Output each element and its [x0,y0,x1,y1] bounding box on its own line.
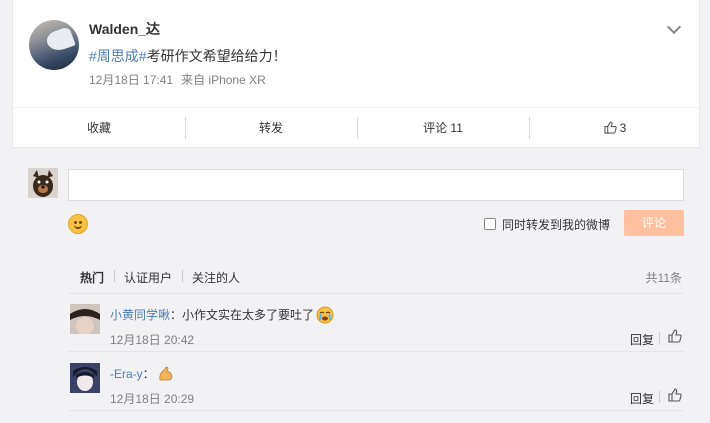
comment-content: -Era-y： [110,365,175,383]
submit-comment-button[interactable]: 评论 [624,210,684,236]
chevron-down-icon[interactable] [666,19,682,35]
reply-button[interactable]: 回复 [630,331,654,348]
post-text: #周思成#考研作文希望给给力！ [89,46,287,66]
like-button[interactable]: 3 [529,116,701,139]
filter-following[interactable]: 关注的人 [182,269,250,286]
commenter-avatar[interactable] [70,304,100,334]
repost-button[interactable]: 转发 [185,116,357,139]
flexed-biceps-emoji [159,366,173,381]
action-bar: 收藏 转发 评论 11 3 [13,107,701,147]
author-name[interactable]: Walden_达 [89,19,160,39]
divider [659,391,660,403]
post-card: Walden_达 #周思成#考研作文希望给给力！ 12月18日 17:41 来自 … [12,0,701,148]
comment-time: 12月18日 20:29 [110,392,195,406]
filter-hot[interactable]: 热门 [68,269,114,286]
comment-section: 同时转发到我的微博 评论 热门 认证用户 关注的人 共11条 小黄同学啾：小作文… [12,148,700,423]
comment-item: 小黄同学啾：小作文实在太多了要吐了 12月18日 20:42 回复 [68,294,684,352]
post-source: 来自 iPhone XR [181,73,266,87]
comment-item: -Era-y： 12月18日 20:29 回复 [68,353,684,411]
comment-button[interactable]: 评论 11 [357,116,529,139]
post-body: 考研作文希望给给力！ [146,48,287,64]
filter-verified[interactable]: 认证用户 [114,269,182,286]
favorite-button[interactable]: 收藏 [13,117,185,139]
comment-content: 小黄同学啾：小作文实在太多了要吐了 [110,306,334,324]
comment-filter-bar: 热门 认证用户 关注的人 共11条 [68,262,684,294]
thumb-up-icon[interactable] [668,388,682,402]
emoji-picker-icon[interactable] [68,214,88,234]
comment-input[interactable] [68,169,684,201]
commenter-name[interactable]: 小黄同学啾 [110,308,170,322]
commenter-avatar[interactable] [70,363,100,393]
commenter-name[interactable]: -Era-y [110,367,143,381]
post-date[interactable]: 12月18日 17:41 [89,73,173,87]
hashtag-link[interactable]: #周思成# [89,48,147,64]
crying-face-emoji [316,306,334,324]
comment-time: 12月18日 20:42 [110,333,195,347]
repost-checkbox[interactable] [484,218,496,230]
comment-total: 共11条 [645,271,682,285]
repost-checkbox-label[interactable]: 同时转发到我的微博 [502,216,610,233]
divider [659,332,660,344]
thumb-up-icon[interactable] [668,329,682,343]
author-avatar[interactable] [29,20,79,70]
comment-separator: ： [170,308,183,322]
comment-separator: ： [142,367,155,381]
current-user-avatar [28,168,58,198]
comment-text: 小作文实在太多了要吐了 [182,308,315,322]
like-count: 3 [619,120,627,135]
post-meta: 12月18日 17:41 来自 iPhone XR [89,71,274,88]
reply-button[interactable]: 回复 [630,390,654,407]
thumb-up-icon [604,120,617,134]
